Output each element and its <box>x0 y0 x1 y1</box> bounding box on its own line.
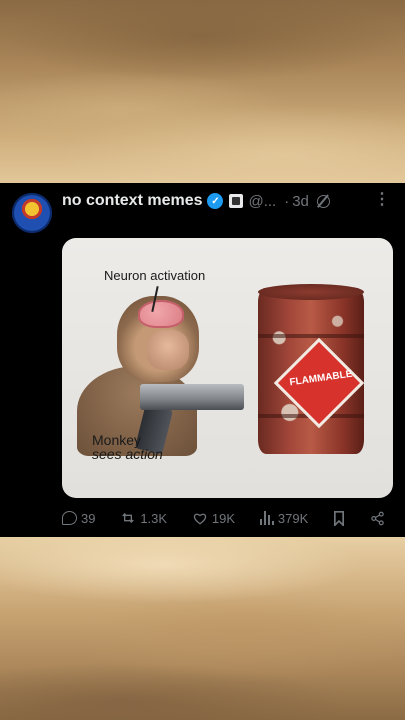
separator: · <box>284 192 290 210</box>
grok-icon[interactable] <box>316 194 330 208</box>
tweet-media-image[interactable]: FLAMMABLE Neuron activation Monkey sees … <box>62 238 393 498</box>
affiliate-badge-icon[interactable] <box>229 194 244 208</box>
author-name[interactable]: no context memes <box>62 192 202 210</box>
gun-slide <box>140 384 244 410</box>
caption-line-1: Monkey <box>92 432 142 448</box>
background-bottom <box>0 537 405 720</box>
avatar[interactable] <box>12 193 52 233</box>
views-count: 379K <box>277 510 309 526</box>
brain-illustration <box>138 300 184 328</box>
views-button[interactable]: 379K <box>259 510 309 526</box>
tweet-header: no context memes ✓ @... · 3d ⋮ <box>62 189 395 213</box>
barrel-ring <box>258 334 364 338</box>
share-icon <box>371 511 384 525</box>
verified-icon: ✓ <box>207 193 224 209</box>
like-count: 19K <box>211 510 236 526</box>
share-button[interactable] <box>370 511 385 526</box>
reply-icon <box>62 511 77 525</box>
caption-line-2: sees action <box>92 446 163 462</box>
author-handle[interactable]: @... <box>248 193 276 210</box>
like-button[interactable]: 19K <box>192 511 235 526</box>
reply-count: 39 <box>81 510 96 526</box>
action-bar: 39 1.3K 19K 379K <box>62 507 385 529</box>
reply-button[interactable]: 39 <box>62 511 95 526</box>
tweet-card[interactable]: no context memes ✓ @... · 3d ⋮ FLAMMABLE… <box>0 183 405 537</box>
timestamp[interactable]: 3d <box>292 193 309 210</box>
caption-neuron-activation: Neuron activation <box>104 268 206 283</box>
repost-button[interactable]: 1.3K <box>120 510 167 526</box>
more-icon[interactable]: ⋮ <box>374 189 390 209</box>
caption-monkey-sees-action: Monkey sees action <box>92 433 163 461</box>
repost-count: 1.3K <box>140 510 168 526</box>
bookmark-button[interactable] <box>333 510 345 526</box>
barrel-top <box>258 284 364 300</box>
views-icon <box>259 511 274 525</box>
monkey-face <box>147 330 189 370</box>
like-icon <box>193 513 207 525</box>
bookmark-icon <box>334 510 345 526</box>
background-top <box>0 0 405 183</box>
repost-icon <box>122 513 135 523</box>
